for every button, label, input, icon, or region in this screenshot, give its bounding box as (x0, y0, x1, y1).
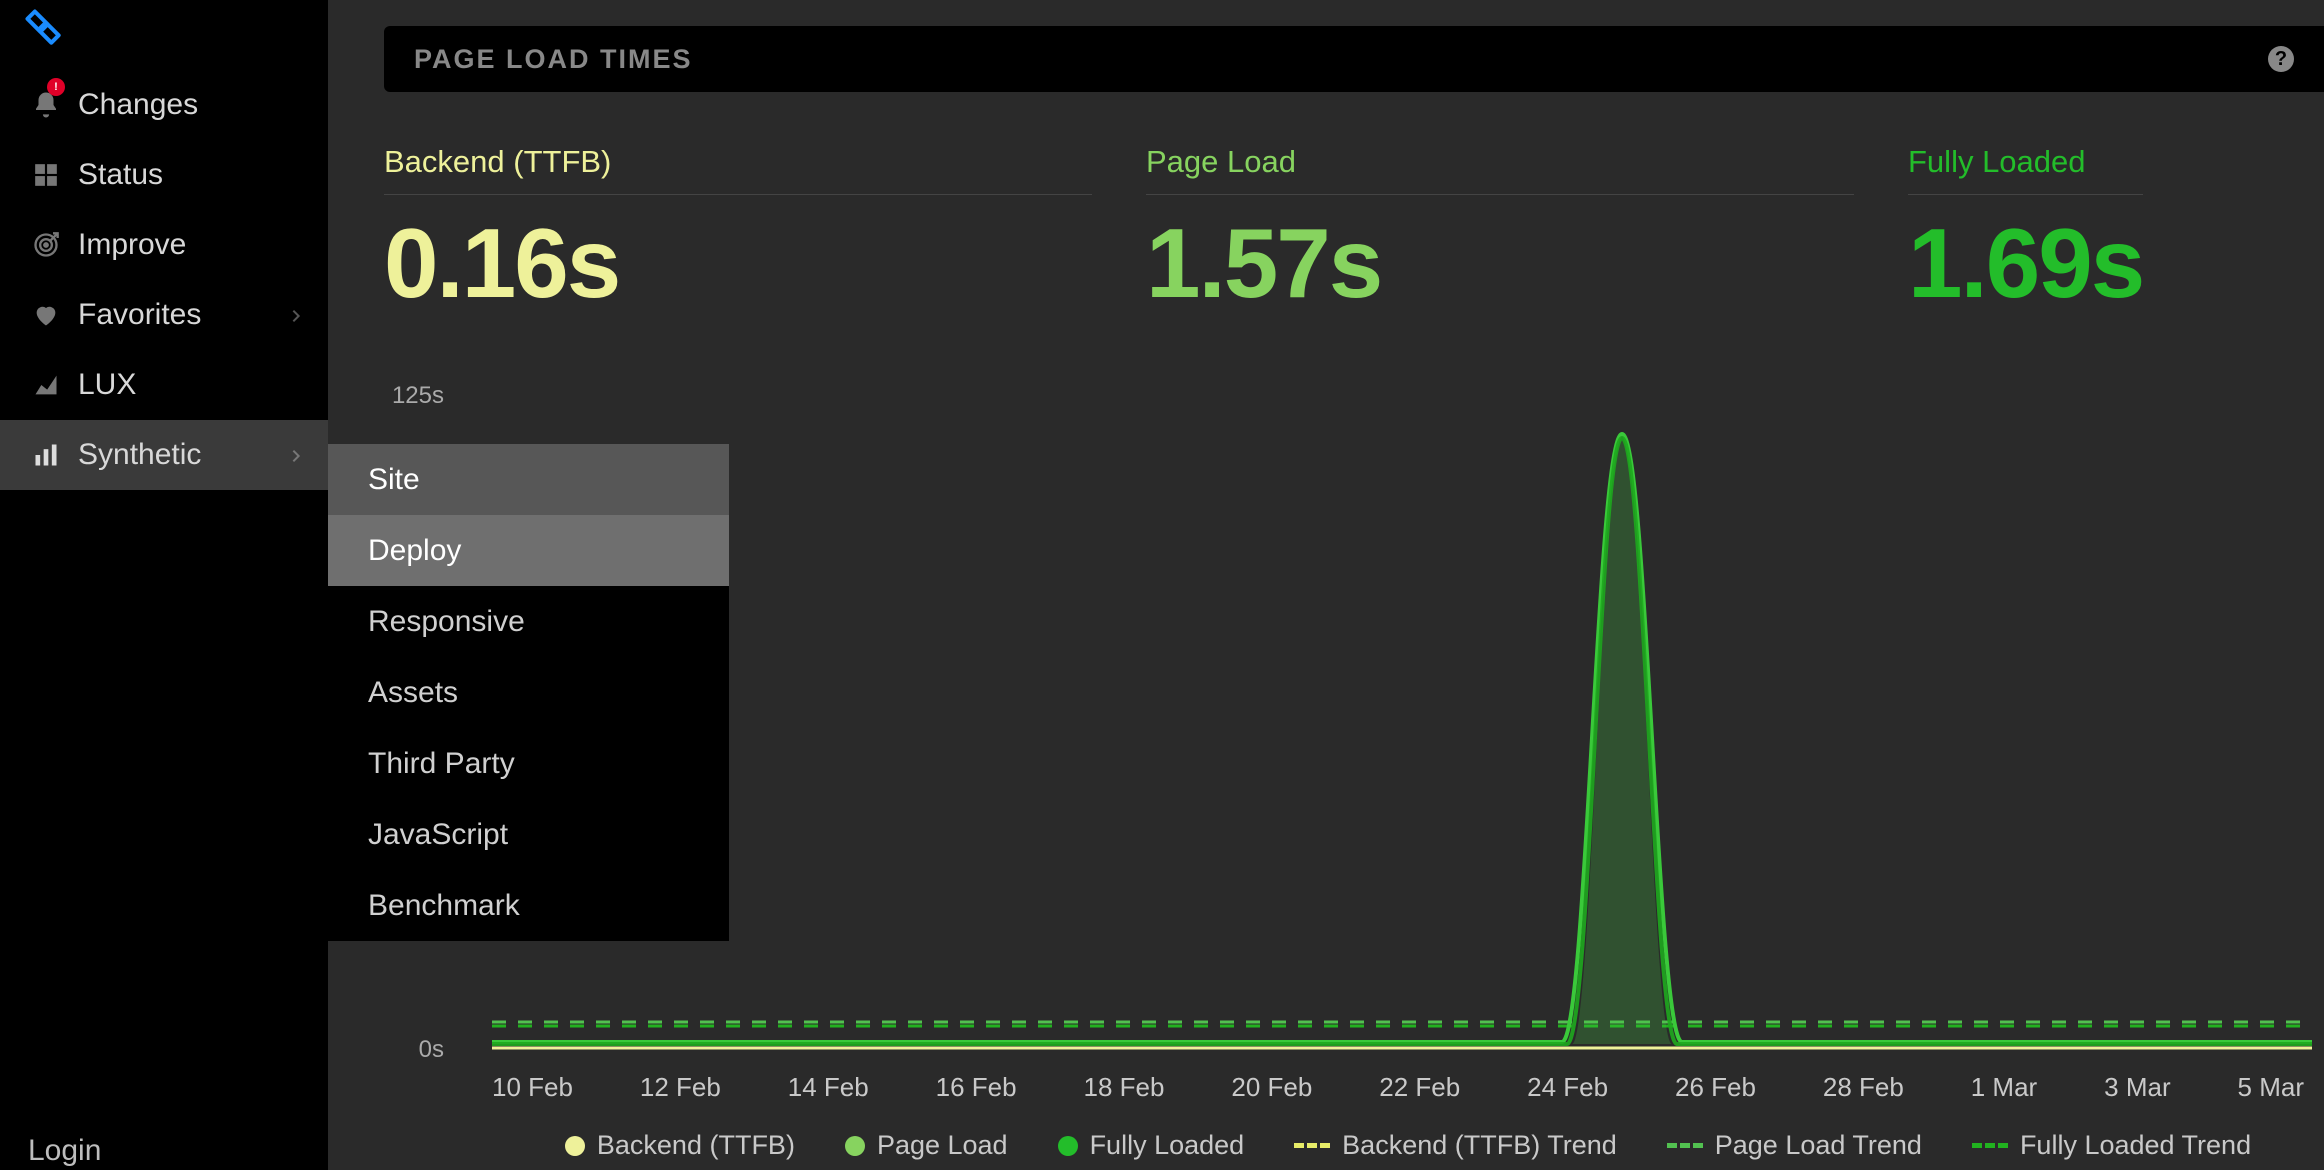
bell-icon: ! (28, 87, 64, 123)
x-tick: 14 Feb (788, 1072, 869, 1103)
chart-icon (28, 367, 64, 403)
x-tick: 24 Feb (1527, 1072, 1608, 1103)
y-tick-bot: 0s (419, 1036, 444, 1064)
x-tick: 20 Feb (1231, 1072, 1312, 1103)
x-tick: 12 Feb (640, 1072, 721, 1103)
legend-swatch-icon (1294, 1143, 1330, 1148)
submenu-item-javascript[interactable]: JavaScript (328, 799, 729, 870)
x-tick: 5 Mar (2238, 1072, 2304, 1103)
sidebar-item-label: Favorites (78, 298, 201, 332)
sidebar-item-changes[interactable]: ! Changes (0, 70, 328, 140)
panel-title: PAGE LOAD TIMES (414, 44, 693, 75)
target-icon (28, 227, 64, 263)
legend-swatch-icon (1972, 1143, 2008, 1148)
legend-item[interactable]: Page Load Trend (1667, 1130, 1922, 1161)
help-icon[interactable]: ? (2268, 46, 2294, 72)
synthetic-submenu: Site Deploy Responsive Assets Third Part… (328, 444, 729, 941)
primary-nav: ! Changes Status Improve Favorites (0, 70, 328, 490)
legend-label: Page Load Trend (1715, 1130, 1922, 1161)
sidebar-item-improve[interactable]: Improve (0, 210, 328, 280)
sidebar-item-label: LUX (78, 368, 136, 402)
alert-badge-icon: ! (47, 78, 65, 96)
metric-pageload: Page Load 1.57s (1146, 144, 1854, 320)
legend-item[interactable]: Fully Loaded Trend (1972, 1130, 2251, 1161)
submenu-item-benchmark[interactable]: Benchmark (328, 870, 729, 941)
metric-label: Fully Loaded (1908, 144, 2143, 195)
legend-swatch-icon (1058, 1136, 1078, 1156)
legend-swatch-icon (565, 1136, 585, 1156)
metric-backend: Backend (TTFB) 0.16s (384, 144, 1092, 320)
legend-item[interactable]: Fully Loaded (1058, 1130, 1245, 1161)
logo-icon (22, 6, 66, 50)
app-logo[interactable] (0, 0, 328, 70)
x-tick: 3 Mar (2104, 1072, 2170, 1103)
sidebar-item-label: Status (78, 158, 163, 192)
x-tick: 10 Feb (492, 1072, 573, 1103)
submenu-item-deploy[interactable]: Deploy (328, 515, 729, 586)
submenu-item-assets[interactable]: Assets (328, 657, 729, 728)
submenu-item-site[interactable]: Site (328, 444, 729, 515)
sidebar-item-label: Synthetic (78, 438, 201, 472)
metric-fullyloaded: Fully Loaded 1.69s (1908, 144, 2143, 320)
sidebar-item-status[interactable]: Status (0, 140, 328, 210)
sidebar-item-favorites[interactable]: Favorites (0, 280, 328, 350)
sidebar-item-label: Improve (78, 228, 186, 262)
metric-value: 0.16s (384, 207, 1092, 320)
legend-label: Fully Loaded Trend (2020, 1130, 2251, 1161)
legend-label: Backend (TTFB) Trend (1342, 1130, 1617, 1161)
legend-swatch-icon (1667, 1143, 1703, 1148)
bars-icon (28, 437, 64, 473)
metric-value: 1.57s (1146, 207, 1854, 320)
y-tick-top: 125s (392, 382, 444, 410)
line-chart[interactable] (492, 394, 2312, 1054)
submenu-item-third-party[interactable]: Third Party (328, 728, 729, 799)
login-link[interactable]: Login (28, 1134, 101, 1168)
chevron-right-icon (288, 298, 304, 332)
grid-icon (28, 157, 64, 193)
submenu-item-responsive[interactable]: Responsive (328, 586, 729, 657)
x-tick: 28 Feb (1823, 1072, 1904, 1103)
sidebar-item-lux[interactable]: LUX (0, 350, 328, 420)
x-tick: 22 Feb (1379, 1072, 1460, 1103)
x-tick: 16 Feb (936, 1072, 1017, 1103)
x-tick: 18 Feb (1084, 1072, 1165, 1103)
legend-item[interactable]: Backend (TTFB) Trend (1294, 1130, 1617, 1161)
metric-label: Page Load (1146, 144, 1854, 195)
metric-label: Backend (TTFB) (384, 144, 1092, 195)
sidebar-item-synthetic[interactable]: Synthetic (0, 420, 328, 490)
x-tick: 1 Mar (1971, 1072, 2037, 1103)
metrics-row: Backend (TTFB) 0.16s Page Load 1.57s Ful… (384, 144, 2324, 320)
sidebar-item-label: Changes (78, 88, 198, 122)
legend-label: Fully Loaded (1090, 1130, 1245, 1161)
chart-legend: Backend (TTFB) Page Load Fully Loaded Ba… (492, 1130, 2324, 1161)
legend-item[interactable]: Backend (TTFB) (565, 1130, 795, 1161)
legend-label: Backend (TTFB) (597, 1130, 795, 1161)
legend-swatch-icon (845, 1136, 865, 1156)
legend-item[interactable]: Page Load (845, 1130, 1008, 1161)
metric-value: 1.69s (1908, 207, 2143, 320)
x-tick: 26 Feb (1675, 1072, 1756, 1103)
chevron-right-icon (288, 438, 304, 472)
heart-icon (28, 297, 64, 333)
legend-label: Page Load (877, 1130, 1008, 1161)
x-axis-ticks: 10 Feb 12 Feb 14 Feb 16 Feb 18 Feb 20 Fe… (492, 1072, 2324, 1103)
sidebar: ! Changes Status Improve Favorites (0, 0, 328, 1170)
panel-header: PAGE LOAD TIMES ? (384, 26, 2324, 92)
